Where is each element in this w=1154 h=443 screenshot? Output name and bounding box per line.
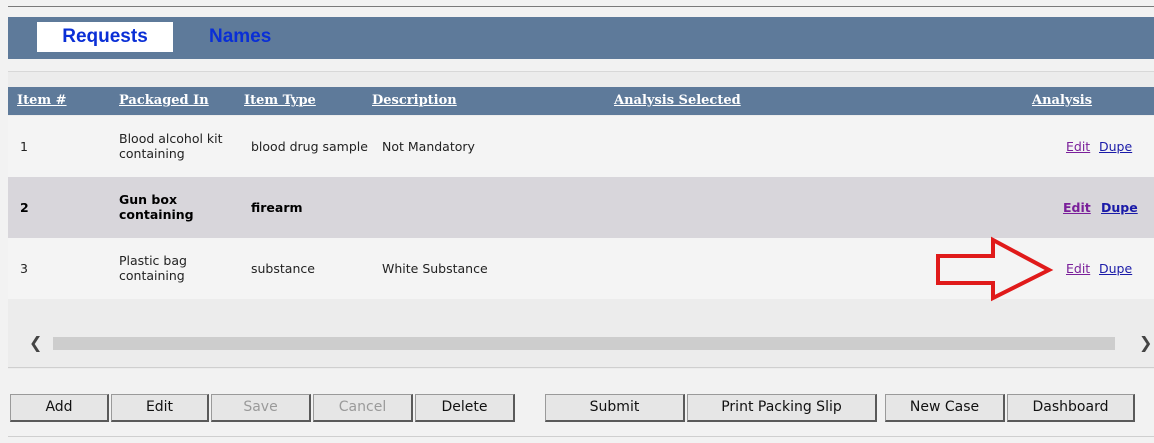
packaged-in-line2: containing (119, 268, 185, 283)
tab-names[interactable]: Names (209, 22, 271, 52)
description: Not Mandatory (382, 139, 475, 154)
item-type: firearm (251, 200, 303, 215)
edit-link[interactable]: Edit (1066, 261, 1090, 276)
print-packing-slip-button[interactable]: Print Packing Slip (687, 394, 877, 422)
col-header-analysis-selected[interactable]: Analysis Selected (614, 93, 741, 108)
col-header-analysis[interactable]: Analysis (1032, 93, 1092, 108)
packaged-in-line2: containing (119, 207, 194, 222)
dashboard-button[interactable]: Dashboard (1007, 394, 1135, 422)
packaged-in: Plastic bag containing (119, 253, 187, 283)
item-number: 2 (20, 200, 29, 215)
item-number: 3 (20, 261, 28, 276)
col-header-packaged-in[interactable]: Packaged In (119, 93, 209, 108)
packaged-in: Gun box containing (119, 192, 194, 222)
right-arrow-outline-icon (936, 236, 1054, 302)
divider (8, 367, 1154, 368)
dupe-link[interactable]: Dupe (1099, 139, 1132, 154)
chevron-right-icon[interactable]: ❯ (1139, 333, 1152, 352)
col-header-item[interactable]: Item # (17, 93, 67, 108)
add-button[interactable]: Add (10, 394, 109, 422)
cancel-button[interactable]: Cancel (313, 394, 413, 422)
item-number: 1 (20, 139, 28, 154)
packaged-in: Blood alcohol kit containing (119, 131, 223, 161)
top-divider (8, 6, 1154, 7)
submit-button[interactable]: Submit (545, 394, 685, 422)
items-grid: Item # Packaged In Item Type Description… (8, 71, 1154, 369)
item-type: blood drug sample (251, 139, 368, 154)
dupe-link[interactable]: Dupe (1101, 200, 1138, 215)
packaged-in-line1: Blood alcohol kit (119, 131, 223, 146)
new-case-button[interactable]: New Case (885, 394, 1005, 422)
grid-header: Item # Packaged In Item Type Description… (8, 87, 1154, 115)
table-row[interactable]: 2 Gun box containing firearm Edit Dupe (8, 177, 1154, 238)
save-button[interactable]: Save (211, 394, 311, 422)
col-header-item-type[interactable]: Item Type (244, 93, 316, 108)
scrollbar-track[interactable] (53, 337, 1115, 350)
chevron-left-icon[interactable]: ❮ (29, 333, 42, 352)
dupe-link[interactable]: Dupe (1099, 261, 1132, 276)
tab-requests[interactable]: Requests (37, 22, 173, 52)
col-header-description[interactable]: Description (372, 93, 457, 108)
item-type: substance (251, 261, 315, 276)
packaged-in-line1: Plastic bag (119, 253, 187, 268)
tab-bar: Requests Names (8, 17, 1154, 59)
edit-link[interactable]: Edit (1066, 139, 1090, 154)
packaged-in-line2: containing (119, 146, 185, 161)
delete-button[interactable]: Delete (415, 394, 515, 422)
edit-button[interactable]: Edit (111, 394, 209, 422)
horizontal-scrollbar[interactable]: ❮ ❯ (8, 333, 1154, 352)
edit-link[interactable]: Edit (1063, 200, 1091, 215)
table-row[interactable]: 1 Blood alcohol kit containing blood dru… (8, 116, 1154, 177)
divider (8, 436, 1154, 437)
packaged-in-line1: Gun box (119, 192, 178, 207)
description: White Substance (382, 261, 488, 276)
